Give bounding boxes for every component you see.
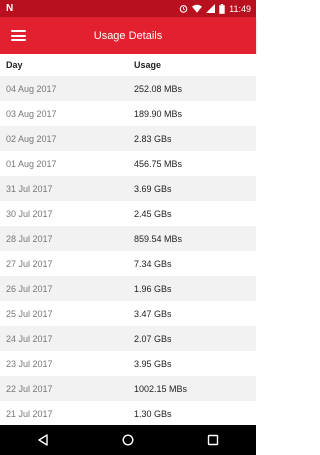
table-row[interactable]: 26 Jul 2017 1.96 GBs <box>0 276 256 301</box>
row-day: 26 Jul 2017 <box>6 283 53 294</box>
table-row[interactable]: 04 Aug 2017 252.08 MBs <box>0 76 256 101</box>
row-usage: 3.47 GBs <box>134 308 172 319</box>
status-bar: N 11:49 <box>0 0 256 17</box>
battery-icon <box>219 3 225 14</box>
table-row[interactable]: 25 Jul 2017 3.47 GBs <box>0 301 256 326</box>
row-day: 04 Aug 2017 <box>6 83 57 94</box>
table-row[interactable]: 27 Jul 2017 7.34 GBs <box>0 251 256 276</box>
notification-n-icon: N <box>6 2 14 14</box>
row-day: 01 Aug 2017 <box>6 158 57 169</box>
row-day: 25 Jul 2017 <box>6 308 53 319</box>
table-row[interactable]: 31 Jul 2017 3.69 GBs <box>0 176 256 201</box>
row-usage: 3.69 GBs <box>134 183 172 194</box>
hamburger-menu-icon <box>10 30 26 41</box>
row-usage: 859.54 MBs <box>134 233 183 244</box>
row-usage: 2.83 GBs <box>134 133 172 144</box>
header-usage: Usage <box>134 60 162 70</box>
row-usage: 1.96 GBs <box>134 283 172 294</box>
row-day: 21 Jul 2017 <box>6 408 53 419</box>
row-usage: 2.45 GBs <box>134 208 172 219</box>
row-usage: 3.95 GBs <box>134 358 172 369</box>
home-button[interactable] <box>108 425 148 455</box>
alarm-icon <box>179 5 188 13</box>
page-title: Usage Details <box>93 29 163 42</box>
table-row[interactable]: 23 Jul 2017 3.95 GBs <box>0 351 256 376</box>
wifi-icon <box>192 4 203 13</box>
back-icon <box>37 434 48 446</box>
row-day: 28 Jul 2017 <box>6 233 53 244</box>
table-row[interactable]: 22 Jul 2017 1002.15 MBs <box>0 376 256 401</box>
row-day: 27 Jul 2017 <box>6 258 53 269</box>
status-time: 11:49 <box>229 3 251 14</box>
navigation-bar <box>0 425 256 455</box>
row-usage: 252.08 MBs <box>134 83 183 94</box>
row-usage: 2.07 GBs <box>134 333 172 344</box>
row-usage: 1002.15 MBs <box>134 383 188 394</box>
row-day: 31 Jul 2017 <box>6 183 53 194</box>
app-bar: Usage Details <box>0 17 256 54</box>
row-day: 22 Jul 2017 <box>6 383 53 394</box>
table-header: Day Usage <box>0 54 256 76</box>
row-usage: 456.75 MBs <box>134 158 183 169</box>
menu-button[interactable] <box>0 17 38 54</box>
table-row[interactable]: 28 Jul 2017 859.54 MBs <box>0 226 256 251</box>
table-row[interactable]: 03 Aug 2017 189.90 MBs <box>0 101 256 126</box>
table-row[interactable]: 01 Aug 2017 456.75 MBs <box>0 151 256 176</box>
signal-icon <box>206 4 216 13</box>
table-row[interactable]: 21 Jul 2017 1.30 GBs <box>0 401 256 426</box>
table-row[interactable]: 30 Jul 2017 2.45 GBs <box>0 201 256 226</box>
row-day: 23 Jul 2017 <box>6 358 53 369</box>
usage-table: Day Usage 04 Aug 2017 252.08 MBs 03 Aug … <box>0 54 256 426</box>
home-icon <box>122 434 134 446</box>
row-usage: 7.34 GBs <box>134 258 172 269</box>
recents-icon <box>208 434 219 446</box>
table-row[interactable]: 24 Jul 2017 2.07 GBs <box>0 326 256 351</box>
row-day: 02 Aug 2017 <box>6 133 57 144</box>
row-day: 03 Aug 2017 <box>6 108 57 119</box>
row-usage: 1.30 GBs <box>134 408 172 419</box>
row-usage: 189.90 MBs <box>134 108 183 119</box>
back-button[interactable] <box>23 425 63 455</box>
row-day: 30 Jul 2017 <box>6 208 53 219</box>
header-day: Day <box>6 60 23 70</box>
row-day: 24 Jul 2017 <box>6 333 53 344</box>
recents-button[interactable] <box>193 425 233 455</box>
table-row[interactable]: 02 Aug 2017 2.83 GBs <box>0 126 256 151</box>
